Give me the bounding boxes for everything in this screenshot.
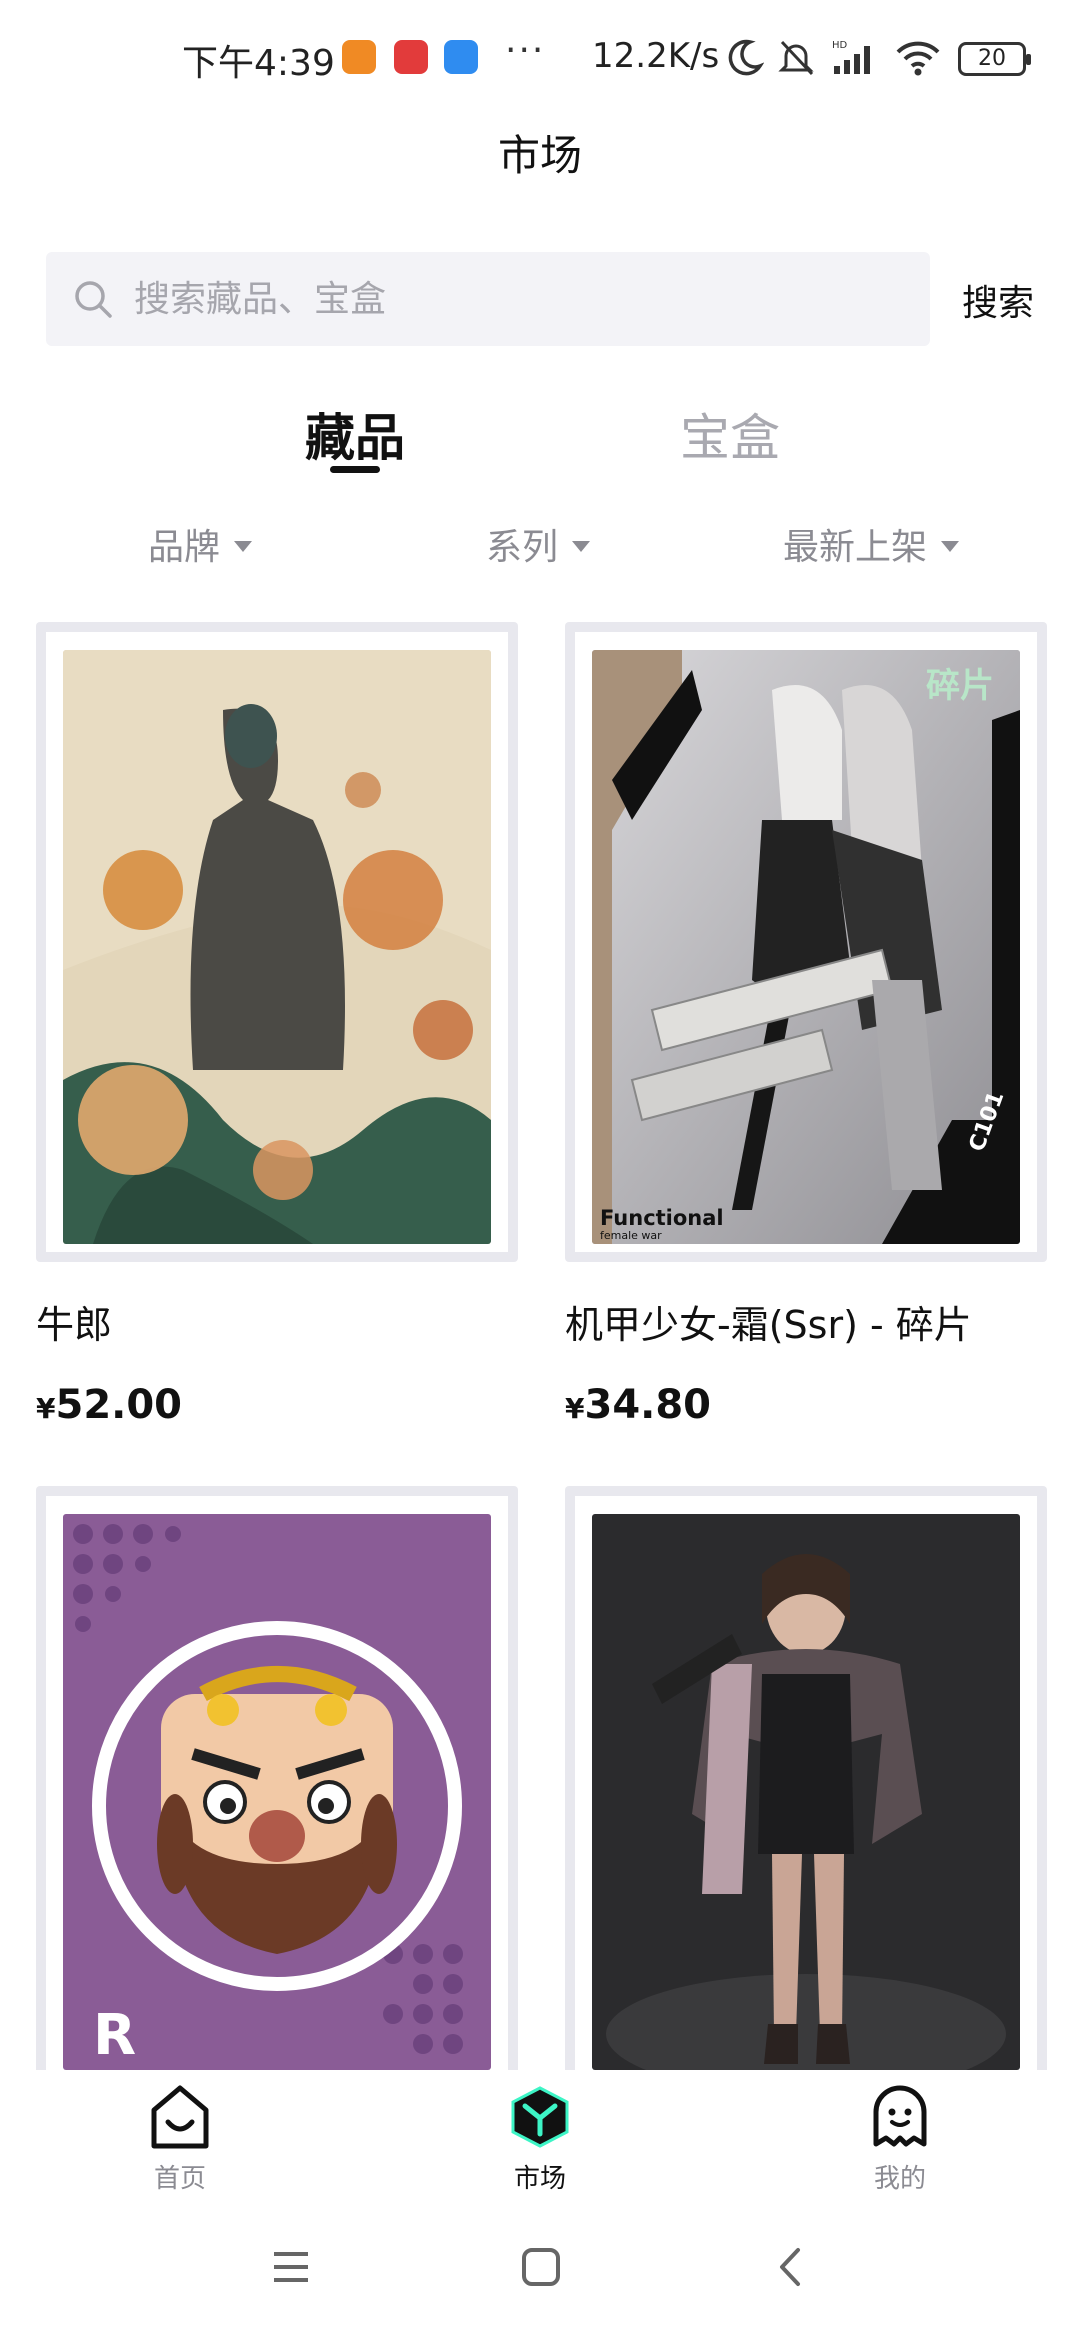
- battery-indicator: 20: [958, 42, 1031, 76]
- signal-icon: HD: [832, 40, 870, 74]
- tab-home-label: 首页: [153, 2164, 206, 2194]
- tab-home[interactable]: 首页: [100, 2084, 260, 2195]
- price-value: 52.00: [55, 1382, 183, 1428]
- filter-series[interactable]: 系列: [486, 518, 591, 570]
- filter-brand[interactable]: 品牌: [148, 518, 253, 570]
- filter-series-label: 系列: [486, 527, 559, 568]
- filter-sort[interactable]: 最新上架: [783, 518, 960, 570]
- back-icon[interactable]: [770, 2246, 812, 2288]
- tab-collectibles[interactable]: 藏品: [305, 398, 405, 470]
- svg-text:HD: HD: [832, 40, 848, 51]
- app-notification-icon: [342, 40, 376, 74]
- price-value: 34.80: [584, 1382, 712, 1428]
- art-caption: Functional: [600, 1206, 724, 1230]
- home-icon: [151, 2085, 209, 2149]
- search-bar[interactable]: [46, 252, 930, 346]
- status-time: 下午4:39: [182, 43, 335, 84]
- app-notification-icon: [394, 40, 428, 74]
- search-input[interactable]: [134, 252, 904, 346]
- network-speed: 12.2K/s: [592, 36, 720, 76]
- product-image[interactable]: 碎片 Functional female war C101: [592, 650, 1020, 1244]
- wifi-icon: [896, 41, 940, 76]
- currency-symbol: ¥: [565, 1392, 585, 1425]
- moon-icon: [728, 39, 764, 76]
- mute-icon: [778, 40, 814, 76]
- page-title: 市场: [497, 131, 582, 180]
- tab-mine-label: 我的: [873, 2164, 926, 2194]
- product-price: ¥52.00: [36, 1382, 182, 1428]
- caret-down-icon: [234, 540, 253, 552]
- fragment-badge: 碎片: [926, 666, 994, 706]
- status-bar: 下午4:39 ··· 12.2K/s HD 20: [0, 0, 1080, 120]
- product-name: 机甲少女-霜(Ssr) - 碎片: [565, 1303, 972, 1347]
- art-subcaption: female war: [600, 1229, 662, 1242]
- app-notification-icon: [444, 40, 478, 74]
- tab-active-indicator: [330, 466, 380, 473]
- ghost-icon: [873, 2085, 927, 2147]
- search-button[interactable]: 搜索: [962, 274, 1034, 326]
- product-price: ¥34.80: [565, 1382, 711, 1428]
- caret-down-icon: [572, 540, 591, 552]
- cube-icon: [511, 2086, 569, 2148]
- product-image[interactable]: [592, 1514, 1020, 2070]
- filter-brand-label: 品牌: [148, 527, 221, 568]
- product-name: 牛郎: [36, 1303, 113, 1347]
- system-nav-bar: [0, 2210, 1080, 2340]
- currency-symbol: ¥: [36, 1392, 56, 1425]
- tab-market[interactable]: 市场: [460, 2084, 620, 2195]
- tab-mine[interactable]: 我的: [820, 2084, 980, 2195]
- more-notifications-icon: ···: [505, 30, 546, 71]
- search-icon: [75, 281, 112, 318]
- home-square-icon[interactable]: [520, 2246, 562, 2288]
- product-image[interactable]: R: [63, 1514, 491, 2070]
- tab-market-label: 市场: [513, 2164, 566, 2194]
- menu-icon[interactable]: [270, 2246, 312, 2288]
- bottom-tab-bar: 首页 市场 我的: [0, 2070, 1080, 2210]
- product-image[interactable]: [63, 650, 491, 1244]
- caret-down-icon: [941, 540, 960, 552]
- tab-blind-boxes[interactable]: 宝盒: [680, 398, 780, 470]
- rarity-label: R: [93, 2003, 137, 2068]
- filter-sort-label: 最新上架: [783, 527, 928, 568]
